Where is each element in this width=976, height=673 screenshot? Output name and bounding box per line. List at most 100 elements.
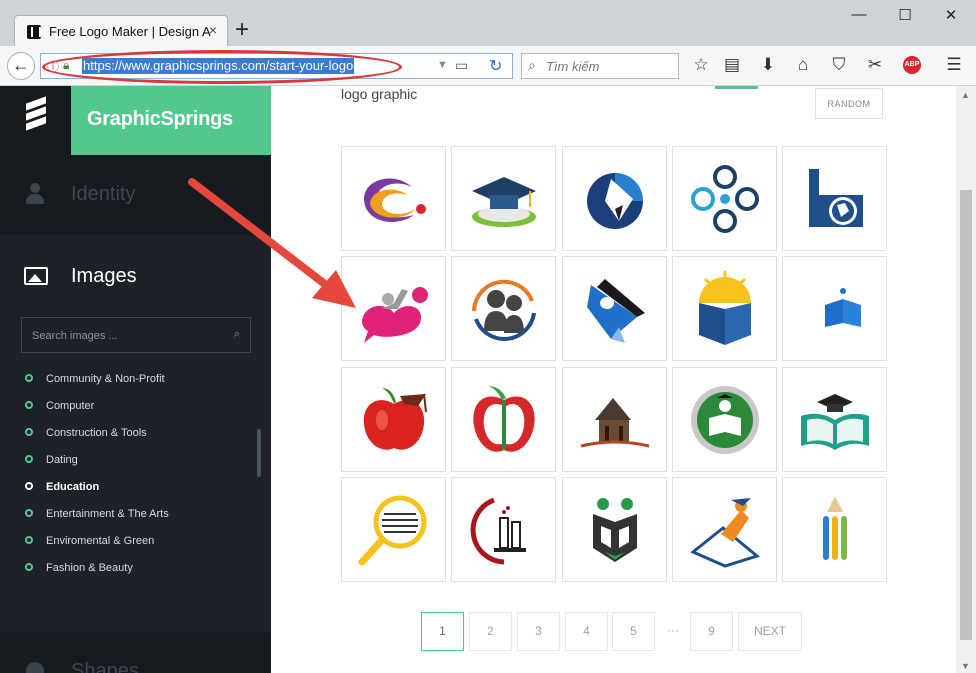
new-tab-button[interactable]: + bbox=[235, 18, 249, 42]
adblock-icon[interactable]: ABP bbox=[903, 56, 921, 74]
logo-tile-open-book-crescent[interactable] bbox=[782, 256, 887, 361]
browser-titlebar: Free Logo Maker | Design A × + — ☐ ✕ bbox=[0, 0, 976, 48]
scroll-down-icon[interactable]: ▼ bbox=[961, 661, 970, 671]
page-button[interactable]: 9 bbox=[690, 612, 733, 651]
pen-nib-logo-icon bbox=[587, 173, 643, 229]
browser-tab[interactable]: Free Logo Maker | Design A × bbox=[14, 15, 228, 48]
pagination-ellipsis: ··· bbox=[661, 612, 685, 651]
logo-tile-sunrise-book[interactable] bbox=[672, 256, 777, 361]
random-button[interactable]: RANDOM bbox=[815, 88, 883, 119]
pocket-icon[interactable]: ⛉ bbox=[828, 55, 850, 75]
download-icon[interactable]: ⬇ bbox=[757, 55, 779, 75]
site-logo-mark[interactable] bbox=[0, 86, 71, 155]
browser-search-input[interactable] bbox=[546, 57, 674, 75]
brand-name[interactable]: GraphicSprings bbox=[71, 86, 271, 155]
logo-tile-test-tube[interactable] bbox=[451, 477, 556, 582]
page-button[interactable]: 5 bbox=[612, 612, 655, 651]
logo-tile-pencil-bars[interactable] bbox=[782, 477, 887, 582]
bullet-icon bbox=[25, 509, 33, 517]
logo-tile-magnifier[interactable] bbox=[341, 477, 446, 582]
category-item[interactable]: Community & Non-Profit bbox=[0, 366, 271, 393]
page-button-current[interactable]: 1 bbox=[421, 612, 464, 651]
logo-tile-cap-open-book[interactable] bbox=[782, 367, 887, 472]
category-item-active[interactable]: Education bbox=[0, 474, 271, 501]
category-item[interactable]: Construction & Tools bbox=[0, 420, 271, 447]
flag-book-logo-icon bbox=[587, 279, 645, 343]
extension-icon[interactable]: ✂ bbox=[864, 55, 886, 75]
bullet-icon bbox=[25, 374, 33, 382]
category-item[interactable]: Entertainment & The Arts bbox=[0, 501, 271, 528]
scrollbar-thumb[interactable] bbox=[960, 190, 972, 640]
lock-icon: 🔒︎ bbox=[63, 58, 70, 72]
url-dropdown-icon[interactable]: ▼ bbox=[437, 59, 448, 71]
logo-tile-student-heart[interactable] bbox=[341, 256, 446, 361]
logo-tile-apple-book[interactable] bbox=[451, 367, 556, 472]
search-icon: ⌕ bbox=[528, 57, 536, 73]
logo-tile-building-globe[interactable] bbox=[782, 146, 887, 251]
two-people-logo-icon bbox=[472, 279, 536, 341]
back-button[interactable]: ← bbox=[7, 52, 35, 80]
sidebar-item-shapes[interactable]: Shapes bbox=[0, 632, 271, 673]
image-icon bbox=[24, 267, 48, 285]
logo-tile-schoolhouse[interactable] bbox=[562, 367, 667, 472]
building-globe-logo-icon bbox=[809, 169, 863, 227]
bullet-icon bbox=[25, 563, 33, 571]
bullet-icon bbox=[25, 401, 33, 409]
sidebar-item-identity[interactable]: Identity bbox=[0, 155, 271, 235]
logo-tile-two-people[interactable] bbox=[451, 256, 556, 361]
window-close-button[interactable]: ✕ bbox=[941, 6, 961, 24]
menu-icon[interactable]: ☰ bbox=[943, 55, 965, 75]
url-text[interactable]: https://www.graphicsprings.com/start-you… bbox=[82, 58, 355, 74]
category-scrollbar[interactable] bbox=[257, 429, 261, 477]
active-tab-indicator bbox=[715, 86, 758, 89]
bullet-icon bbox=[25, 455, 33, 463]
reader-view-icon[interactable]: ▭ bbox=[455, 57, 468, 74]
page-button[interactable]: 3 bbox=[517, 612, 560, 651]
page-scrollbar[interactable]: ▲ ▼ bbox=[956, 86, 976, 673]
tab-title: Free Logo Maker | Design A bbox=[49, 24, 211, 39]
star-icon[interactable]: ☆ bbox=[690, 55, 712, 75]
scroll-up-icon[interactable]: ▲ bbox=[961, 90, 970, 100]
sidebar-item-label: Shapes bbox=[71, 660, 139, 673]
clipboard-icon[interactable]: ▤ bbox=[721, 55, 743, 75]
test-tube-logo-icon bbox=[470, 497, 526, 565]
logo-tile-flag-book[interactable] bbox=[562, 256, 667, 361]
sidebar-item-images[interactable]: Images bbox=[0, 235, 271, 315]
bullet-icon bbox=[25, 428, 33, 436]
cap-open-book-logo-icon bbox=[801, 394, 869, 450]
globe-reader-logo-icon bbox=[691, 386, 759, 454]
shapes-icon bbox=[26, 662, 44, 673]
logo-tile-book-mask[interactable] bbox=[562, 477, 667, 582]
logo-tile-pen-nib[interactable] bbox=[562, 146, 667, 251]
next-page-button[interactable]: NEXT bbox=[738, 612, 802, 651]
section-label: logo graphic bbox=[341, 86, 418, 102]
bullet-icon bbox=[25, 482, 33, 490]
browser-navbar: ← ⓘ 🔒︎ https://www.graphicsprings.com/st… bbox=[0, 46, 976, 86]
logo-tile-apple-cap[interactable] bbox=[341, 367, 446, 472]
category-item[interactable]: Fashion & Beauty bbox=[0, 555, 271, 582]
category-item[interactable]: Dating bbox=[0, 447, 271, 474]
logo-tile-graduate-paper[interactable] bbox=[672, 477, 777, 582]
address-bar[interactable]: ⓘ 🔒︎ https://www.graphicsprings.com/star… bbox=[40, 53, 513, 79]
logo-tile-graduation-cap[interactable] bbox=[451, 146, 556, 251]
image-search-box[interactable]: ⌕ bbox=[21, 317, 251, 353]
image-search-input[interactable] bbox=[32, 327, 222, 345]
page-button[interactable]: 2 bbox=[469, 612, 512, 651]
graduation-cap-logo-icon bbox=[472, 177, 536, 227]
home-icon[interactable]: ⌂ bbox=[792, 55, 814, 75]
page-button[interactable]: 4 bbox=[565, 612, 608, 651]
search-icon[interactable]: ⌕ bbox=[234, 328, 240, 341]
site-info-icon[interactable]: ⓘ bbox=[47, 58, 59, 75]
logo-tile-orbit-swoosh[interactable] bbox=[341, 146, 446, 251]
editor-sidebar: GraphicSprings Identity Images ⌕ Communi… bbox=[0, 86, 271, 673]
minimize-button[interactable]: — bbox=[849, 6, 869, 23]
logo-tile-people-circle[interactable] bbox=[672, 146, 777, 251]
browser-search-box[interactable]: ⌕ bbox=[521, 53, 679, 79]
tab-close-icon[interactable]: × bbox=[209, 22, 217, 38]
logo-tile-globe-reader[interactable] bbox=[672, 367, 777, 472]
reload-icon[interactable]: ↻ bbox=[489, 56, 502, 76]
sidebar-item-label: Identity bbox=[71, 183, 136, 205]
category-item[interactable]: Computer bbox=[0, 393, 271, 420]
maximize-button[interactable]: ☐ bbox=[895, 6, 915, 24]
category-item[interactable]: Enviromental & Green bbox=[0, 528, 271, 555]
